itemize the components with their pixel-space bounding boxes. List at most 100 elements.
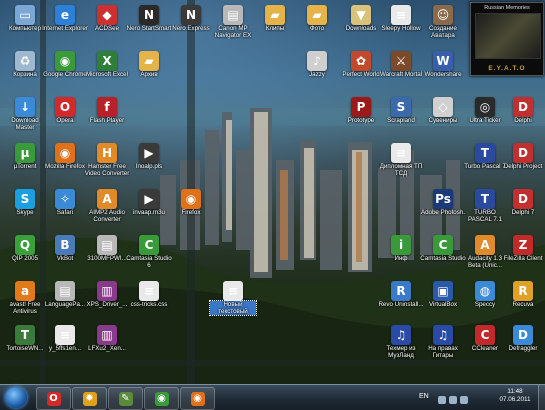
desktop-icon[interactable]: O Opera — [42, 94, 88, 138]
desktop-icon[interactable]: B VkBot — [42, 232, 88, 276]
volume-icon[interactable] — [460, 396, 468, 404]
virtualbox-icon: ▣ — [433, 281, 453, 301]
internet-explorer-icon: e — [55, 5, 75, 25]
desktop-icon[interactable]: ◉ Google Chrome — [42, 48, 88, 92]
desktop-icon[interactable]: ≡ Sleepy Hollow — [378, 2, 424, 46]
desktop-icon-label: XPS_Driver_... — [86, 301, 128, 308]
clock-date: 07.06.2011 — [499, 396, 531, 403]
desktop-icon-label: invaap.m3u — [133, 209, 165, 216]
turbo-pascal-icon: T — [475, 143, 495, 163]
notepad-taskbar-button[interactable]: ✎ — [108, 387, 143, 410]
desktop-icon-label: Flash Player — [89, 117, 125, 124]
skype-icon: S — [15, 189, 35, 209]
desktop-icon-label: Delphi 7 — [511, 209, 535, 216]
desktop-icon[interactable]: D Delphi Project — [500, 140, 545, 184]
excel-icon: X — [97, 51, 117, 71]
weather-taskbar-button[interactable]: ✹ — [72, 387, 107, 410]
desktop-icon[interactable]: ▥ XPS_Driver_... — [84, 278, 130, 322]
firefox-taskbar-button[interactable]: ◉ — [180, 387, 215, 410]
desktop-icon[interactable]: D Delphi — [500, 94, 545, 138]
start-button[interactable] — [5, 387, 27, 408]
language-indicator[interactable]: EN — [419, 393, 429, 400]
gadget-title: Russian Memories — [484, 5, 530, 11]
desktop-icon[interactable]: ▰ Фото — [294, 2, 340, 46]
desktop-icon[interactable]: e Internet Explorer — [42, 2, 88, 46]
desktop-icon[interactable]: ▶ invaap.m3u — [126, 186, 172, 230]
desktop-icon-label: Recuva — [512, 301, 534, 308]
desktop-icon[interactable]: Ps Adobe Photosh. — [420, 186, 466, 230]
desktop-icon[interactable]: ▥ LFXu2_Xen... — [84, 322, 130, 366]
show-desktop-button[interactable] — [538, 385, 545, 410]
hamster-icon: H — [97, 143, 117, 163]
desktop-icon[interactable]: ✧ Safari — [42, 186, 88, 230]
desktop-icon[interactable]: Z FileZilla Client — [500, 232, 545, 276]
acdsee-icon: ◆ — [97, 5, 117, 25]
desktop-icon[interactable]: ▤ 3100MFPWI... — [84, 232, 130, 276]
desktop-icon[interactable]: W Wondershare — [420, 48, 466, 92]
desktop-gadget[interactable]: Russian Memories E.Y.A.T.O — [470, 2, 544, 76]
opera-taskbar-button[interactable]: O — [36, 387, 71, 410]
folder-icon: ▰ — [265, 5, 285, 25]
desktop-icon[interactable]: ♫ Техмер из МузЛанд — [378, 322, 424, 366]
desktop-icon[interactable]: ≡Новый текстовый документ.txt — [209, 278, 257, 322]
desktop-icon[interactable]: R Revo Uninstall... — [378, 278, 424, 322]
avatar-app-icon: ☺ — [433, 5, 453, 25]
tray-icon[interactable] — [438, 396, 446, 404]
clock[interactable]: 11:48 07.06.2011 — [494, 388, 536, 404]
desktop-icon[interactable]: N Nero StartSmart — [126, 2, 172, 46]
desktop-icon[interactable]: S Scrapland — [378, 94, 424, 138]
desktop-icon[interactable]: X Microsoft Excel — [84, 48, 130, 92]
desktop-icon[interactable]: ▶ Inoalp.pls — [126, 140, 172, 184]
desktop-icon[interactable]: f Flash Player — [84, 94, 130, 138]
winrar-icon: ▥ — [97, 281, 117, 301]
desktop-icon-label: 3100MFPWI... — [87, 255, 127, 262]
desktop-icon-label: LFXu2_Xen... — [88, 345, 126, 352]
desktop-icon[interactable]: ≡ css-tricks.css — [126, 278, 172, 322]
music-icon: ♫ — [433, 325, 453, 345]
desktop-icon[interactable]: D Defraggler — [500, 322, 545, 366]
desktop-icon[interactable]: ◉ Mozilla Firefox — [42, 140, 88, 184]
desktop-icon[interactable]: R Recuva — [500, 278, 545, 322]
desktop-icon[interactable]: ▣ VirtualBox — [420, 278, 466, 322]
desktop-icon[interactable]: ▰ Клипы — [252, 2, 298, 46]
desktop-icon[interactable]: N Nero Express — [168, 2, 214, 46]
desktop-icon-label: Архив — [140, 71, 158, 78]
desktop-icon[interactable]: ◆ ACDSee — [84, 2, 130, 46]
desktop-icon-label: Mozilla Firefox — [45, 163, 85, 170]
desktop-icon[interactable]: i Инф — [378, 232, 424, 276]
recuva-icon: R — [513, 281, 533, 301]
css-file-icon: ≡ — [139, 281, 159, 301]
printer-icon: ▤ — [97, 235, 117, 255]
sun-icon: ✹ — [82, 392, 97, 406]
desktop-icon[interactable]: ♪ Jazzy — [294, 48, 340, 92]
desktop-icon-label: css-tricks.css — [130, 301, 168, 308]
desktop-icon[interactable]: ⚔ Warcraft Mortal — [378, 48, 424, 92]
ccleaner-icon: C — [475, 325, 495, 345]
desktop-icon[interactable]: A AIMP2 Audio Converter — [84, 186, 130, 230]
firefox-icon: ◉ — [190, 392, 205, 406]
desktop-icon-label: FileZilla Client — [503, 255, 543, 262]
network-icon[interactable] — [449, 396, 457, 404]
desktop-icon[interactable]: ☺ Создание Аватара — [420, 2, 466, 46]
desktop-icon[interactable]: C Camtasia Studio 6 — [126, 232, 172, 276]
desktop-icon[interactable]: ≡ Дипломная ТП ТСД — [378, 140, 424, 184]
desktop-icon[interactable]: D Delphi 7 — [500, 186, 545, 230]
desktop-icon[interactable]: H Hamster Free Video Converter — [84, 140, 130, 184]
desktop-icon[interactable]: C Camtasia Studio — [420, 232, 466, 276]
desktop-icon[interactable]: ≡ y_5ffs1en... — [42, 322, 88, 366]
flash-player-icon: f — [97, 97, 117, 117]
desktop[interactable]: ▭ Компьютер e Internet Explorer ◆ ACDSee N Nero… — [0, 0, 545, 384]
chrome-taskbar-button[interactable]: ◉ — [144, 387, 179, 410]
speccy-icon: ◍ — [475, 281, 495, 301]
camtasia-icon: C — [139, 235, 159, 255]
desktop-icon[interactable]: ◉ Firefox — [168, 186, 214, 230]
desktop-icon[interactable]: ▰ Архив — [126, 48, 172, 92]
delphi-icon: D — [513, 189, 533, 209]
desktop-icon-label: Inoalp.pls — [135, 163, 163, 170]
desktop-icon[interactable]: ▤ Canon MP Navigator EX — [210, 2, 256, 46]
desktop-icon-label: Canon MP Navigator EX — [214, 25, 252, 39]
desktop-icon[interactable]: ▤ LanguagePa... — [42, 278, 88, 322]
desktop-icon-label: y_5ffs1en... — [49, 345, 81, 352]
desktop-icon[interactable]: ♫ На правах Гитары — [420, 322, 466, 366]
desktop-icon[interactable]: ◇ Сувениры — [420, 94, 466, 138]
